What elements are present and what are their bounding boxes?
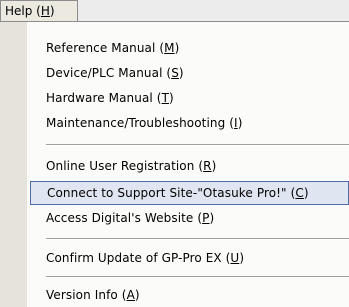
menu-item-label: Maintenance/Troubleshooting ( — [46, 116, 235, 130]
menu-item-hotkey: U — [230, 251, 240, 265]
menu-item-hotkey: T — [161, 91, 169, 105]
menu-item-label-end: ) — [239, 251, 245, 265]
menu-item-label-end: ) — [237, 116, 243, 130]
menu-item-connect-support-site[interactable]: Connect to Support Site-"Otasuke Pro!" (… — [30, 181, 349, 205]
menu-item-label-end: ) — [303, 186, 309, 200]
menu-item-label-end: ) — [174, 41, 180, 55]
help-dropdown: Reference Manual (M) Device/PLC Manual (… — [0, 21, 349, 307]
menu-item-label-end: ) — [211, 159, 217, 173]
menu-item-label: Online User Registration ( — [46, 159, 204, 173]
menu-item-device-plc-manual[interactable]: Device/PLC Manual (S) — [27, 61, 349, 85]
menu-item-hardware-manual[interactable]: Hardware Manual (T) — [27, 86, 349, 110]
help-menu-hotkey: H — [40, 4, 50, 18]
help-menu[interactable]: Help (H) — [0, 0, 78, 21]
menu-item-label: Version Info ( — [46, 288, 127, 302]
menu-item-label: Reference Manual ( — [46, 41, 165, 55]
menu-item-hotkey: C — [295, 186, 304, 200]
menu-item-version-info[interactable]: Version Info (A) — [27, 283, 349, 307]
menu-item-label-end: ) — [134, 288, 140, 302]
menu-item-label: Confirm Update of GP-Pro EX ( — [46, 251, 231, 265]
menu-separator — [46, 276, 349, 278]
menu-item-hotkey: A — [126, 288, 135, 302]
menu-item-label-end: ) — [209, 211, 215, 225]
icon-gutter — [0, 22, 27, 307]
menu-separator — [46, 144, 349, 146]
menu-separator — [46, 238, 349, 240]
menu-item-maintenance-troubleshooting[interactable]: Maintenance/Troubleshooting (I) — [27, 111, 349, 135]
menu-item-label-end: ) — [169, 91, 174, 105]
menu-bar: Help (H) — [0, 0, 349, 22]
menu-item-label: Access Digital's Website ( — [46, 211, 203, 225]
menu-item-hotkey: S — [171, 66, 179, 80]
menu-item-access-digital-website[interactable]: Access Digital's Website (P) — [27, 206, 349, 230]
menu-item-hotkey: R — [203, 159, 212, 173]
menu-item-label: Connect to Support Site-"Otasuke Pro!" ( — [47, 186, 296, 200]
menu-item-label: Device/PLC Manual ( — [46, 66, 172, 80]
menu-item-label: Hardware Manual ( — [46, 91, 162, 105]
menu-item-hotkey: M — [164, 41, 175, 55]
menu-item-reference-manual[interactable]: Reference Manual (M) — [27, 36, 349, 60]
menu-item-label-end: ) — [178, 66, 184, 80]
menu-item-confirm-update[interactable]: Confirm Update of GP-Pro EX (U) — [27, 246, 349, 270]
help-menu-label-end: ) — [49, 4, 55, 18]
help-menu-label: Help ( — [5, 4, 41, 18]
menu-item-online-user-registration[interactable]: Online User Registration (R) — [27, 154, 349, 178]
